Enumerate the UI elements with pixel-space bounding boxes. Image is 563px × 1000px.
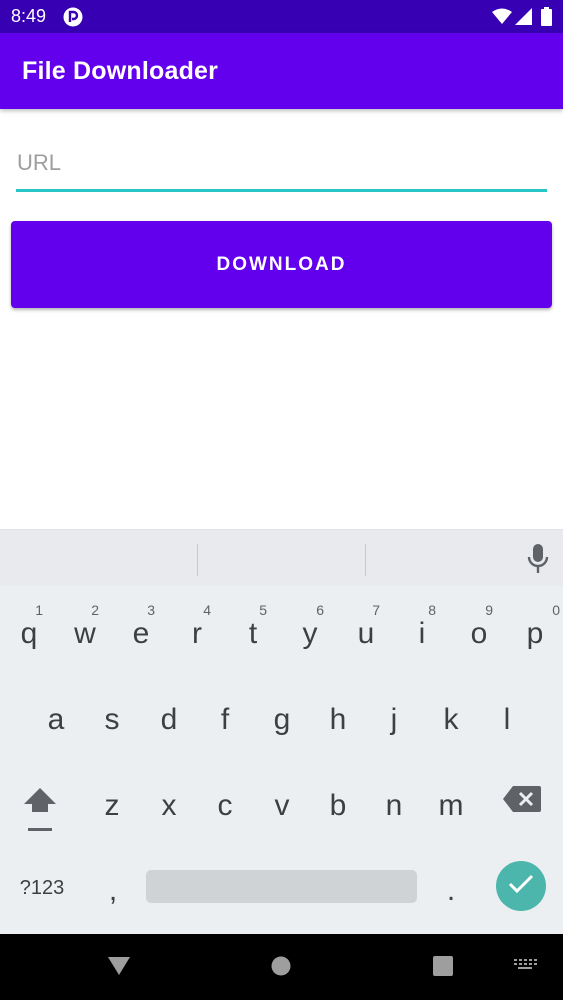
recents-icon[interactable]: [433, 956, 453, 981]
key-l[interactable]: l: [479, 680, 535, 754]
key-hint: 8: [428, 602, 436, 618]
key-r[interactable]: 4r: [169, 594, 225, 668]
url-input-underline: [16, 189, 547, 192]
status-bar: 8:49: [0, 0, 563, 33]
key-j[interactable]: j: [366, 680, 422, 754]
key-label: k: [443, 703, 459, 736]
key-hint: 5: [259, 602, 267, 618]
url-input[interactable]: [16, 138, 547, 188]
key-label: j: [390, 703, 398, 736]
key-label: i: [418, 617, 426, 650]
key-h[interactable]: h: [310, 680, 366, 754]
key-m[interactable]: m: [423, 766, 479, 840]
keyboard-switch-icon[interactable]: [513, 958, 537, 979]
suggestion-divider: [365, 544, 366, 576]
shift-key[interactable]: [18, 784, 62, 834]
backspace-key[interactable]: [503, 786, 543, 816]
checkmark-icon: [508, 874, 534, 899]
key-a[interactable]: a: [28, 680, 84, 754]
key-label: h: [329, 703, 347, 736]
key-hint: 7: [372, 602, 380, 618]
battery-icon: [541, 7, 552, 31]
app-bar: File Downloader: [0, 33, 563, 109]
backspace-icon: [503, 786, 541, 816]
key-o[interactable]: 9o: [451, 594, 507, 668]
symbols-key[interactable]: ?123: [12, 868, 72, 908]
key-label: b: [329, 789, 347, 822]
key-hint: 1: [35, 602, 43, 618]
key-k[interactable]: k: [423, 680, 479, 754]
mic-icon[interactable]: [526, 544, 550, 581]
url-field[interactable]: [16, 138, 547, 193]
key-n[interactable]: n: [366, 766, 422, 840]
key-label: v: [274, 789, 290, 822]
key-label: s: [104, 703, 120, 736]
suggestion-divider: [197, 544, 198, 576]
space-key[interactable]: [146, 870, 417, 903]
key-label: z: [104, 789, 120, 822]
key-label: m: [438, 789, 464, 822]
key-hint: 0: [552, 602, 560, 618]
soft-keyboard: 1q 2w 3e 4r 5t 6y 7u 8i 9o 0p a s d f g …: [0, 529, 563, 935]
key-label: t: [248, 617, 258, 650]
key-label: c: [217, 789, 233, 822]
key-g[interactable]: g: [254, 680, 310, 754]
key-d[interactable]: d: [141, 680, 197, 754]
comma-key[interactable]: ,: [85, 866, 141, 916]
key-label: u: [357, 617, 375, 650]
key-label: a: [47, 703, 65, 736]
key-s[interactable]: s: [84, 680, 140, 754]
key-label: x: [161, 789, 177, 822]
key-hint: 9: [485, 602, 493, 618]
app-title: File Downloader: [22, 57, 219, 85]
download-button[interactable]: DOWNLOAD: [11, 221, 552, 308]
key-label: e: [132, 617, 150, 650]
key-label: q: [20, 617, 38, 650]
key-hint: 3: [147, 602, 155, 618]
key-label: f: [220, 703, 230, 736]
period-key[interactable]: .: [423, 866, 479, 916]
key-label: d: [160, 703, 178, 736]
key-label: g: [273, 703, 291, 736]
key-i[interactable]: 8i: [394, 594, 450, 668]
status-time: 8:49: [11, 6, 47, 26]
key-label: n: [385, 789, 403, 822]
key-f[interactable]: f: [197, 680, 253, 754]
back-icon[interactable]: [108, 955, 130, 982]
key-t[interactable]: 5t: [225, 594, 281, 668]
key-p[interactable]: 0p: [507, 594, 563, 668]
enter-key[interactable]: [496, 861, 546, 911]
key-label: r: [192, 617, 202, 650]
key-q[interactable]: 1q: [1, 594, 57, 668]
key-label: y: [302, 617, 318, 650]
key-hint: 2: [91, 602, 99, 618]
key-y[interactable]: 6y: [282, 594, 338, 668]
key-b[interactable]: b: [310, 766, 366, 840]
key-hint: 4: [203, 602, 211, 618]
key-label: p: [526, 617, 544, 650]
wifi-icon: [492, 8, 512, 30]
key-label: l: [503, 703, 511, 736]
shift-icon: [18, 788, 62, 838]
key-u[interactable]: 7u: [338, 594, 394, 668]
key-z[interactable]: z: [84, 766, 140, 840]
suggestion-strip: [0, 530, 563, 586]
key-label: o: [470, 617, 488, 650]
notification-icon: [63, 7, 83, 27]
system-navigation-bar: [0, 934, 563, 1000]
key-e[interactable]: 3e: [113, 594, 169, 668]
signal-icon: [515, 8, 533, 30]
key-w[interactable]: 2w: [57, 594, 113, 668]
key-c[interactable]: c: [197, 766, 253, 840]
key-label: w: [74, 617, 96, 650]
home-icon[interactable]: [271, 956, 291, 981]
key-x[interactable]: x: [141, 766, 197, 840]
key-v[interactable]: v: [254, 766, 310, 840]
key-hint: 6: [316, 602, 324, 618]
